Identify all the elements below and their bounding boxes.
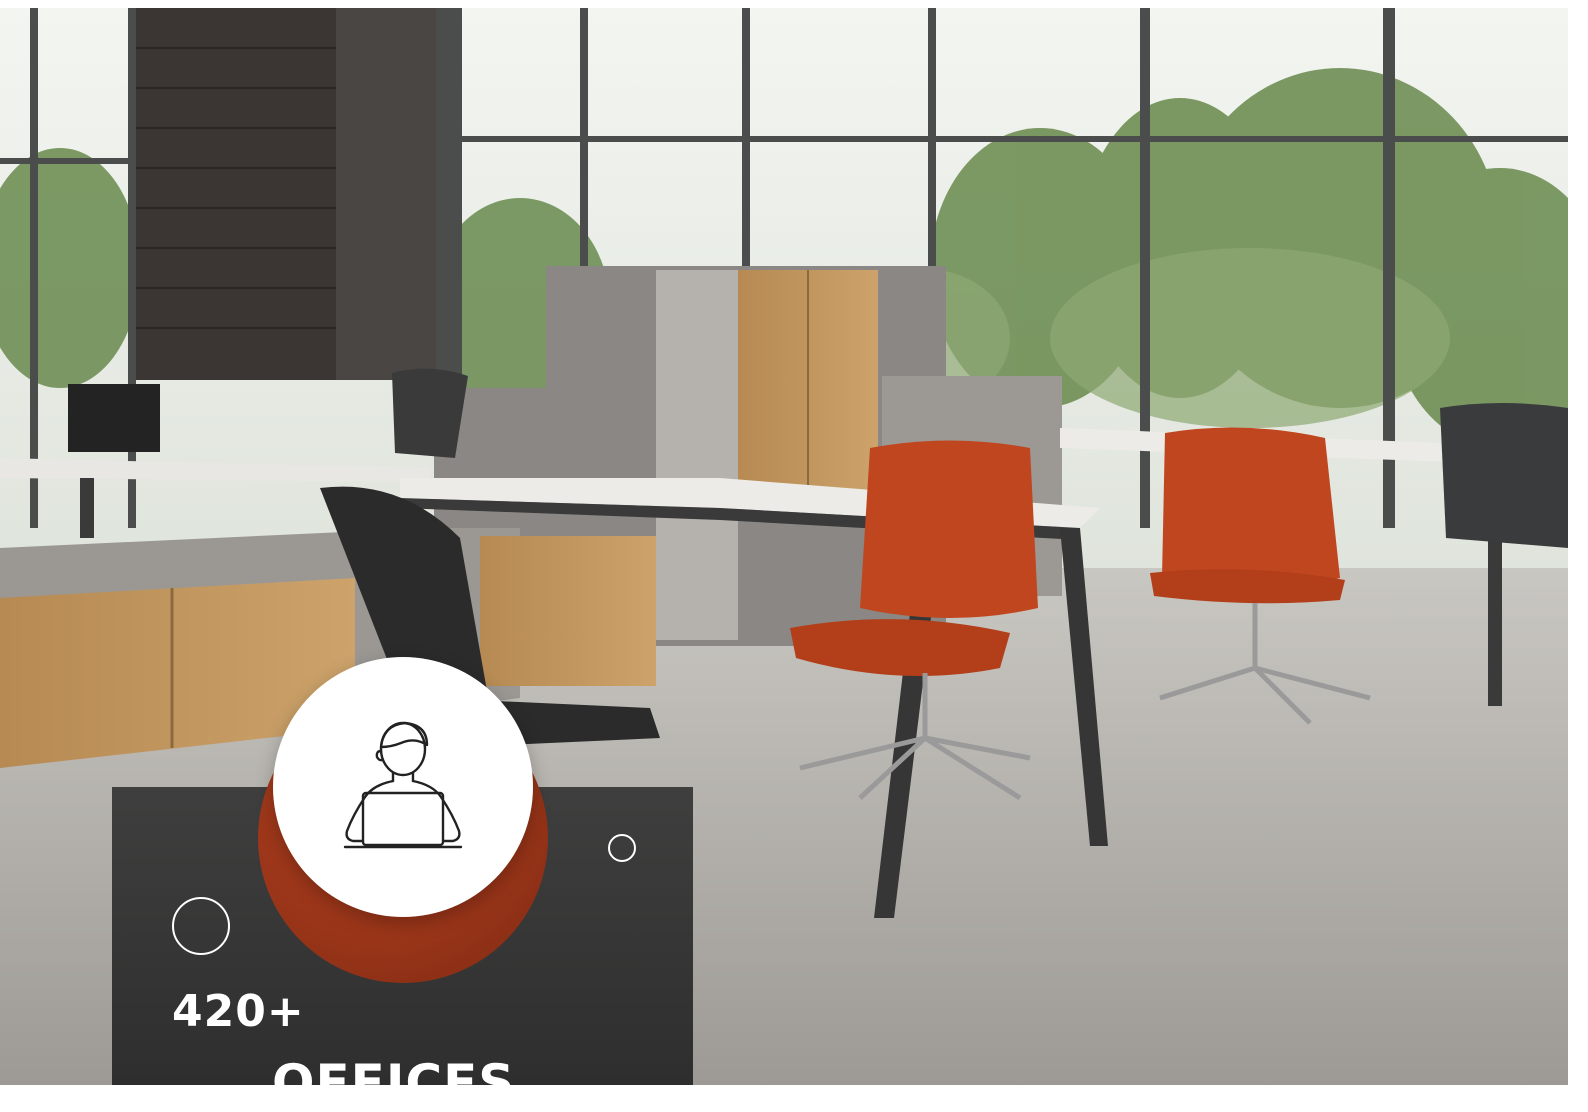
decorative-ring-small (608, 834, 636, 862)
icon-badge (273, 657, 533, 917)
stat-value: 420+ (172, 986, 305, 1037)
decorative-ring-large (172, 897, 230, 955)
person-at-laptop-icon (343, 721, 463, 849)
stat-label: OFFICES (272, 1054, 516, 1112)
